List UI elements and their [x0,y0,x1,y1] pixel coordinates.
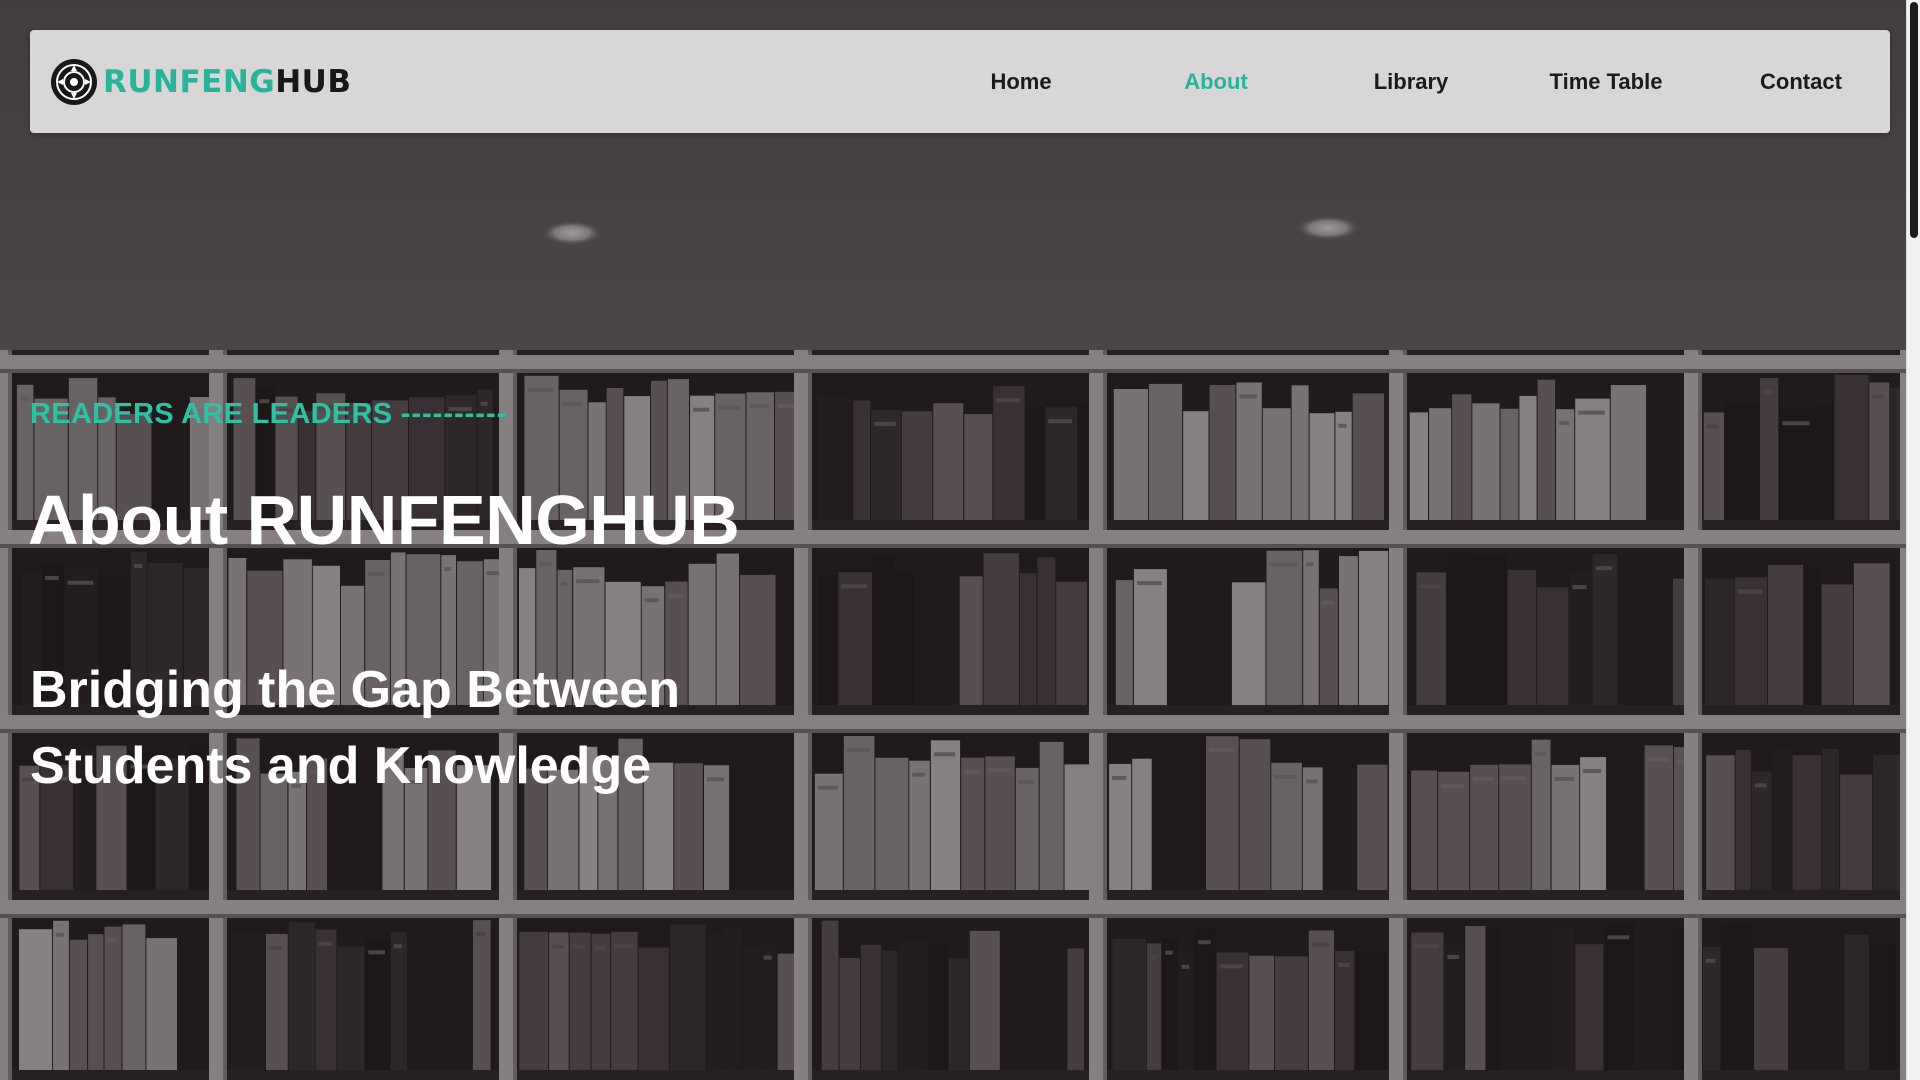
brand-name-part1: RUNFENG [103,64,276,100]
brand-logo-link[interactable]: RUNFENGHUB [51,59,351,105]
top-navbar: RUNFENGHUB Home About Library Time Table… [30,30,1890,133]
nav-link-time-table[interactable]: Time Table [1526,69,1686,95]
compass-emblem-icon [51,59,97,105]
hero-tagline-line1: Bridging the Gap Between [30,661,681,719]
hero-eyebrow-text: READERS ARE LEADERS [30,398,393,430]
nav-link-contact[interactable]: Contact [1721,69,1881,95]
nav-link-home[interactable]: Home [941,69,1101,95]
nav-link-library[interactable]: Library [1331,69,1491,95]
nav-link-about[interactable]: About [1136,69,1296,95]
hero-section: RUNFENGHUB Home About Library Time Table… [0,0,1906,1080]
hero-tagline: Bridging the Gap Between Students and Kn… [30,652,790,804]
hero-eyebrow: READERS ARE LEADERS ---------- [30,398,507,431]
hero-tagline-line2: Students and Knowledge [30,737,652,795]
brand-name: RUNFENGHUB [103,64,351,100]
page-scrollbar[interactable] [1906,0,1920,1080]
hero-eyebrow-dashes: ---------- [400,398,508,430]
page-title: About RUNFENGHUB [28,481,740,559]
brand-name-part2: HUB [275,64,352,100]
scrollbar-thumb[interactable] [1910,2,1918,238]
